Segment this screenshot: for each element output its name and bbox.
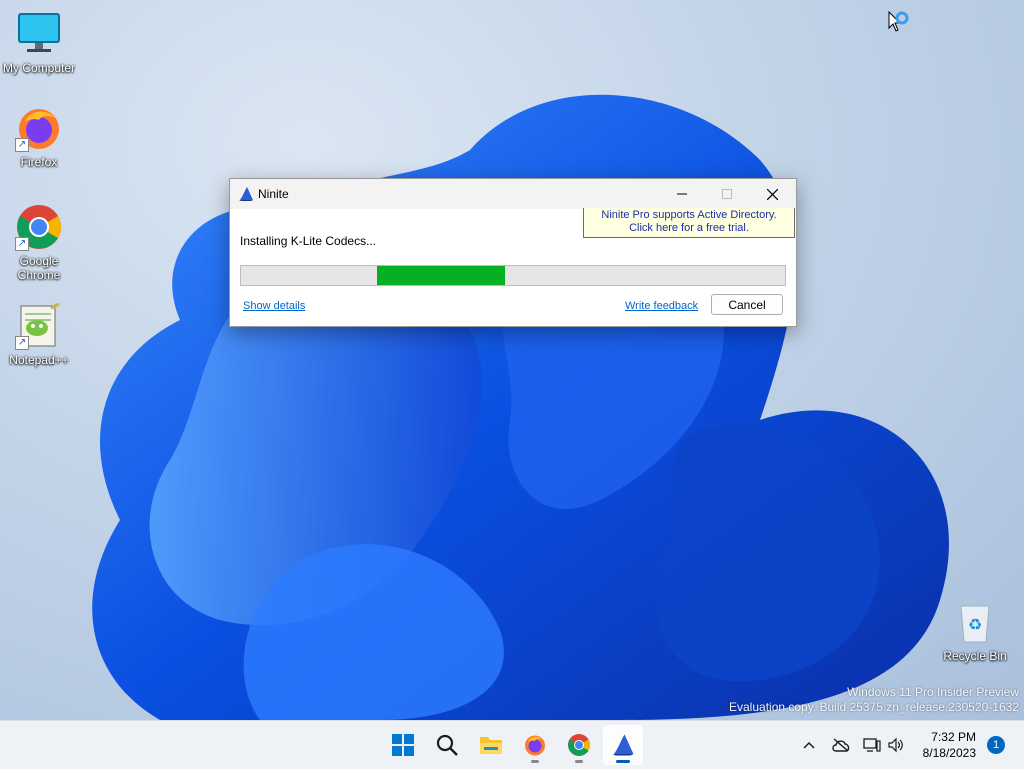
- chrome-taskbar-button[interactable]: [559, 725, 599, 765]
- chevron-up-icon: [803, 741, 815, 749]
- shortcut-arrow-icon: ↗: [15, 138, 29, 152]
- watermark-line: Windows 11 Pro Insider Preview: [847, 685, 1019, 699]
- file-explorer-button[interactable]: [471, 725, 511, 765]
- desktop-icon-label: Notepad++: [9, 353, 69, 367]
- maximize-button: [704, 179, 750, 209]
- running-indicator: [531, 760, 539, 763]
- desktop-icon-label: My Computer: [2, 61, 76, 75]
- firefox-icon: ↗: [15, 104, 63, 152]
- show-details-link[interactable]: Show details: [243, 300, 305, 312]
- clock-button[interactable]: 7:32 PM 8/18/2023: [910, 729, 976, 761]
- install-status-text: Installing K-Lite Codecs...: [240, 234, 377, 248]
- ninite-icon: [612, 734, 634, 756]
- ninite-taskbar-button[interactable]: [603, 725, 643, 765]
- watermark-line: Evaluation copy. Build 25375.zn_release.…: [729, 700, 1019, 714]
- search-button[interactable]: [427, 725, 467, 765]
- install-progress-bar: [240, 265, 786, 286]
- desktop-icon-notepad-plus-plus[interactable]: ↗ Notepad++: [0, 302, 78, 367]
- search-icon: [436, 734, 458, 756]
- cancel-button[interactable]: Cancel: [711, 294, 783, 315]
- volume-button[interactable]: [886, 735, 906, 755]
- chrome-icon: ↗: [15, 203, 63, 251]
- promo-line: Click here for a free trial.: [629, 222, 749, 234]
- running-indicator: [616, 760, 630, 763]
- monitor-icon: [15, 10, 63, 58]
- shortcut-arrow-icon: ↗: [15, 237, 29, 251]
- ninite-pro-promo-link[interactable]: Ninite Pro supports Active Directory. Cl…: [583, 208, 795, 238]
- desktop-icon-label: Google Chrome: [17, 254, 61, 282]
- firefox-taskbar-button[interactable]: [515, 725, 555, 765]
- write-feedback-link[interactable]: Write feedback: [625, 300, 698, 312]
- start-icon: [392, 734, 414, 756]
- desktop-icon-my-computer[interactable]: My Computer: [0, 10, 78, 75]
- start-button[interactable]: [383, 725, 423, 765]
- maximize-icon: [722, 189, 732, 199]
- svg-text:♻: ♻: [968, 615, 982, 634]
- cloud-offline-icon: [832, 738, 850, 752]
- onedrive-button[interactable]: [831, 735, 851, 755]
- notification-badge[interactable]: 1: [987, 736, 1005, 754]
- close-icon: [766, 188, 778, 200]
- notepad-plus-plus-icon: ↗: [15, 302, 63, 350]
- desktop-icon-label: Firefox: [20, 155, 58, 169]
- network-button[interactable]: [862, 735, 882, 755]
- desktop-icon-label: Recycle Bin: [943, 649, 1007, 663]
- file-explorer-icon: [480, 737, 502, 754]
- show-hidden-icons-button[interactable]: [799, 735, 819, 755]
- firefox-icon: [525, 735, 545, 756]
- recycle-bin-icon: ♻: [951, 598, 999, 646]
- minimize-button[interactable]: [659, 179, 705, 209]
- running-indicator: [575, 760, 583, 763]
- progress-bar-fill: [377, 266, 505, 285]
- desktop-icon-recycle-bin[interactable]: ♻ Recycle Bin: [936, 598, 1014, 663]
- desktop-wallpaper: [0, 0, 1024, 720]
- network-icon: [863, 738, 881, 752]
- desktop-icon-chrome[interactable]: ↗ Google Chrome: [0, 203, 78, 282]
- clock-time: 7:32 PM: [931, 730, 976, 744]
- windows-watermark: Windows 11 Pro Insider Preview Evaluatio…: [729, 685, 1019, 715]
- desktop-icon-firefox[interactable]: ↗ Firefox: [0, 104, 78, 169]
- close-button[interactable]: [749, 179, 795, 209]
- taskbar: 7:32 PM 8/18/2023 1: [0, 720, 1024, 769]
- speaker-icon: [888, 737, 903, 753]
- chrome-icon: [568, 734, 590, 756]
- minimize-icon: [677, 193, 687, 195]
- ninite-window: Ninite Ninite Pro supports Active Direct…: [229, 178, 797, 327]
- shortcut-arrow-icon: ↗: [15, 336, 29, 350]
- window-title: Ninite: [258, 187, 289, 201]
- clock-date: 8/18/2023: [922, 746, 976, 760]
- promo-line: Ninite Pro supports Active Directory.: [601, 209, 777, 221]
- title-bar[interactable]: Ninite: [230, 179, 796, 209]
- busy-cursor-icon: [888, 10, 914, 42]
- ninite-icon: [238, 186, 254, 205]
